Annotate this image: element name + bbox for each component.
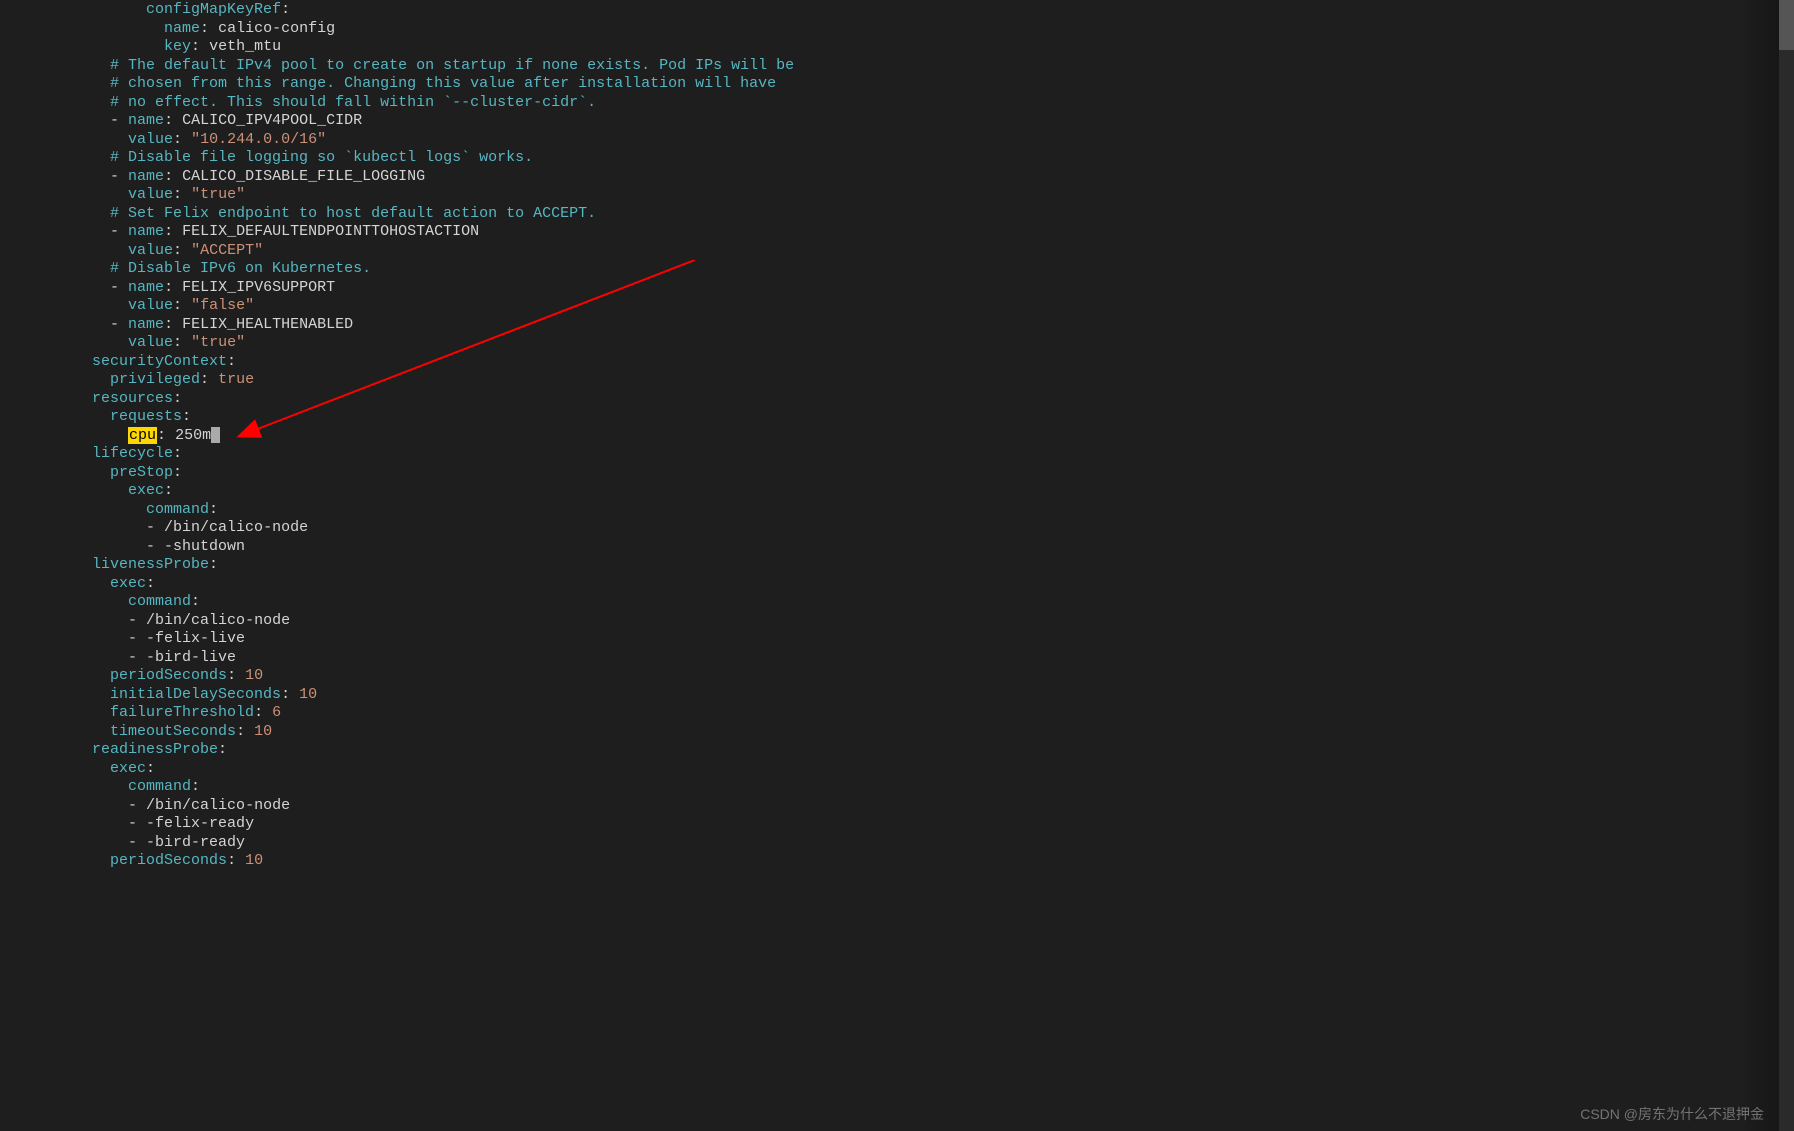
code-line: # no effect. This should fall within `--… <box>0 94 1794 113</box>
code-line: exec: <box>0 482 1794 501</box>
code-line: readinessProbe: <box>0 741 1794 760</box>
code-line: securityContext: <box>0 353 1794 372</box>
vertical-scrollbar[interactable] <box>1779 0 1794 1131</box>
code-line: failureThreshold: 6 <box>0 704 1794 723</box>
code-line: - /bin/calico-node <box>0 797 1794 816</box>
code-line: - /bin/calico-node <box>0 612 1794 631</box>
code-line: # Set Felix endpoint to host default act… <box>0 205 1794 224</box>
code-line: exec: <box>0 575 1794 594</box>
code-line: command: <box>0 501 1794 520</box>
scrollbar-shadow <box>1739 0 1779 1131</box>
code-line: - -felix-ready <box>0 815 1794 834</box>
code-line: - -bird-ready <box>0 834 1794 853</box>
code-line: timeoutSeconds: 10 <box>0 723 1794 742</box>
code-line: - name: FELIX_DEFAULTENDPOINTTOHOSTACTIO… <box>0 223 1794 242</box>
code-line: initialDelaySeconds: 10 <box>0 686 1794 705</box>
code-line: value: "true" <box>0 334 1794 353</box>
code-line: cpu: 250m <box>0 427 1794 446</box>
code-line: periodSeconds: 10 <box>0 852 1794 871</box>
code-line: - name: FELIX_HEALTHENABLED <box>0 316 1794 335</box>
code-line: - /bin/calico-node <box>0 519 1794 538</box>
cursor-icon <box>211 427 220 443</box>
code-line: # Disable file logging so `kubectl logs`… <box>0 149 1794 168</box>
code-line: livenessProbe: <box>0 556 1794 575</box>
code-line: # The default IPv4 pool to create on sta… <box>0 57 1794 76</box>
code-line: # Disable IPv6 on Kubernetes. <box>0 260 1794 279</box>
code-line: # chosen from this range. Changing this … <box>0 75 1794 94</box>
code-line: command: <box>0 778 1794 797</box>
code-line: command: <box>0 593 1794 612</box>
code-line: - name: FELIX_IPV6SUPPORT <box>0 279 1794 298</box>
code-line: value: "ACCEPT" <box>0 242 1794 261</box>
watermark: CSDN @房东为什么不退押金 <box>1580 1105 1764 1124</box>
search-highlight: cpu <box>128 427 157 444</box>
code-editor[interactable]: configMapKeyRef: name: calico-config key… <box>0 0 1794 872</box>
code-line: - name: CALICO_IPV4POOL_CIDR <box>0 112 1794 131</box>
code-line: - -bird-live <box>0 649 1794 668</box>
code-line: value: "false" <box>0 297 1794 316</box>
code-line: value: "10.244.0.0/16" <box>0 131 1794 150</box>
code-line: key: veth_mtu <box>0 38 1794 57</box>
code-line: - -shutdown <box>0 538 1794 557</box>
code-line: value: "true" <box>0 186 1794 205</box>
code-line: preStop: <box>0 464 1794 483</box>
code-line: configMapKeyRef: <box>0 1 1794 20</box>
code-line: name: calico-config <box>0 20 1794 39</box>
code-line: - -felix-live <box>0 630 1794 649</box>
code-line: privileged: true <box>0 371 1794 390</box>
code-line: - name: CALICO_DISABLE_FILE_LOGGING <box>0 168 1794 187</box>
code-line: requests: <box>0 408 1794 427</box>
code-line: periodSeconds: 10 <box>0 667 1794 686</box>
code-line: exec: <box>0 760 1794 779</box>
code-line: lifecycle: <box>0 445 1794 464</box>
scrollbar-thumb[interactable] <box>1779 0 1794 50</box>
code-line: resources: <box>0 390 1794 409</box>
